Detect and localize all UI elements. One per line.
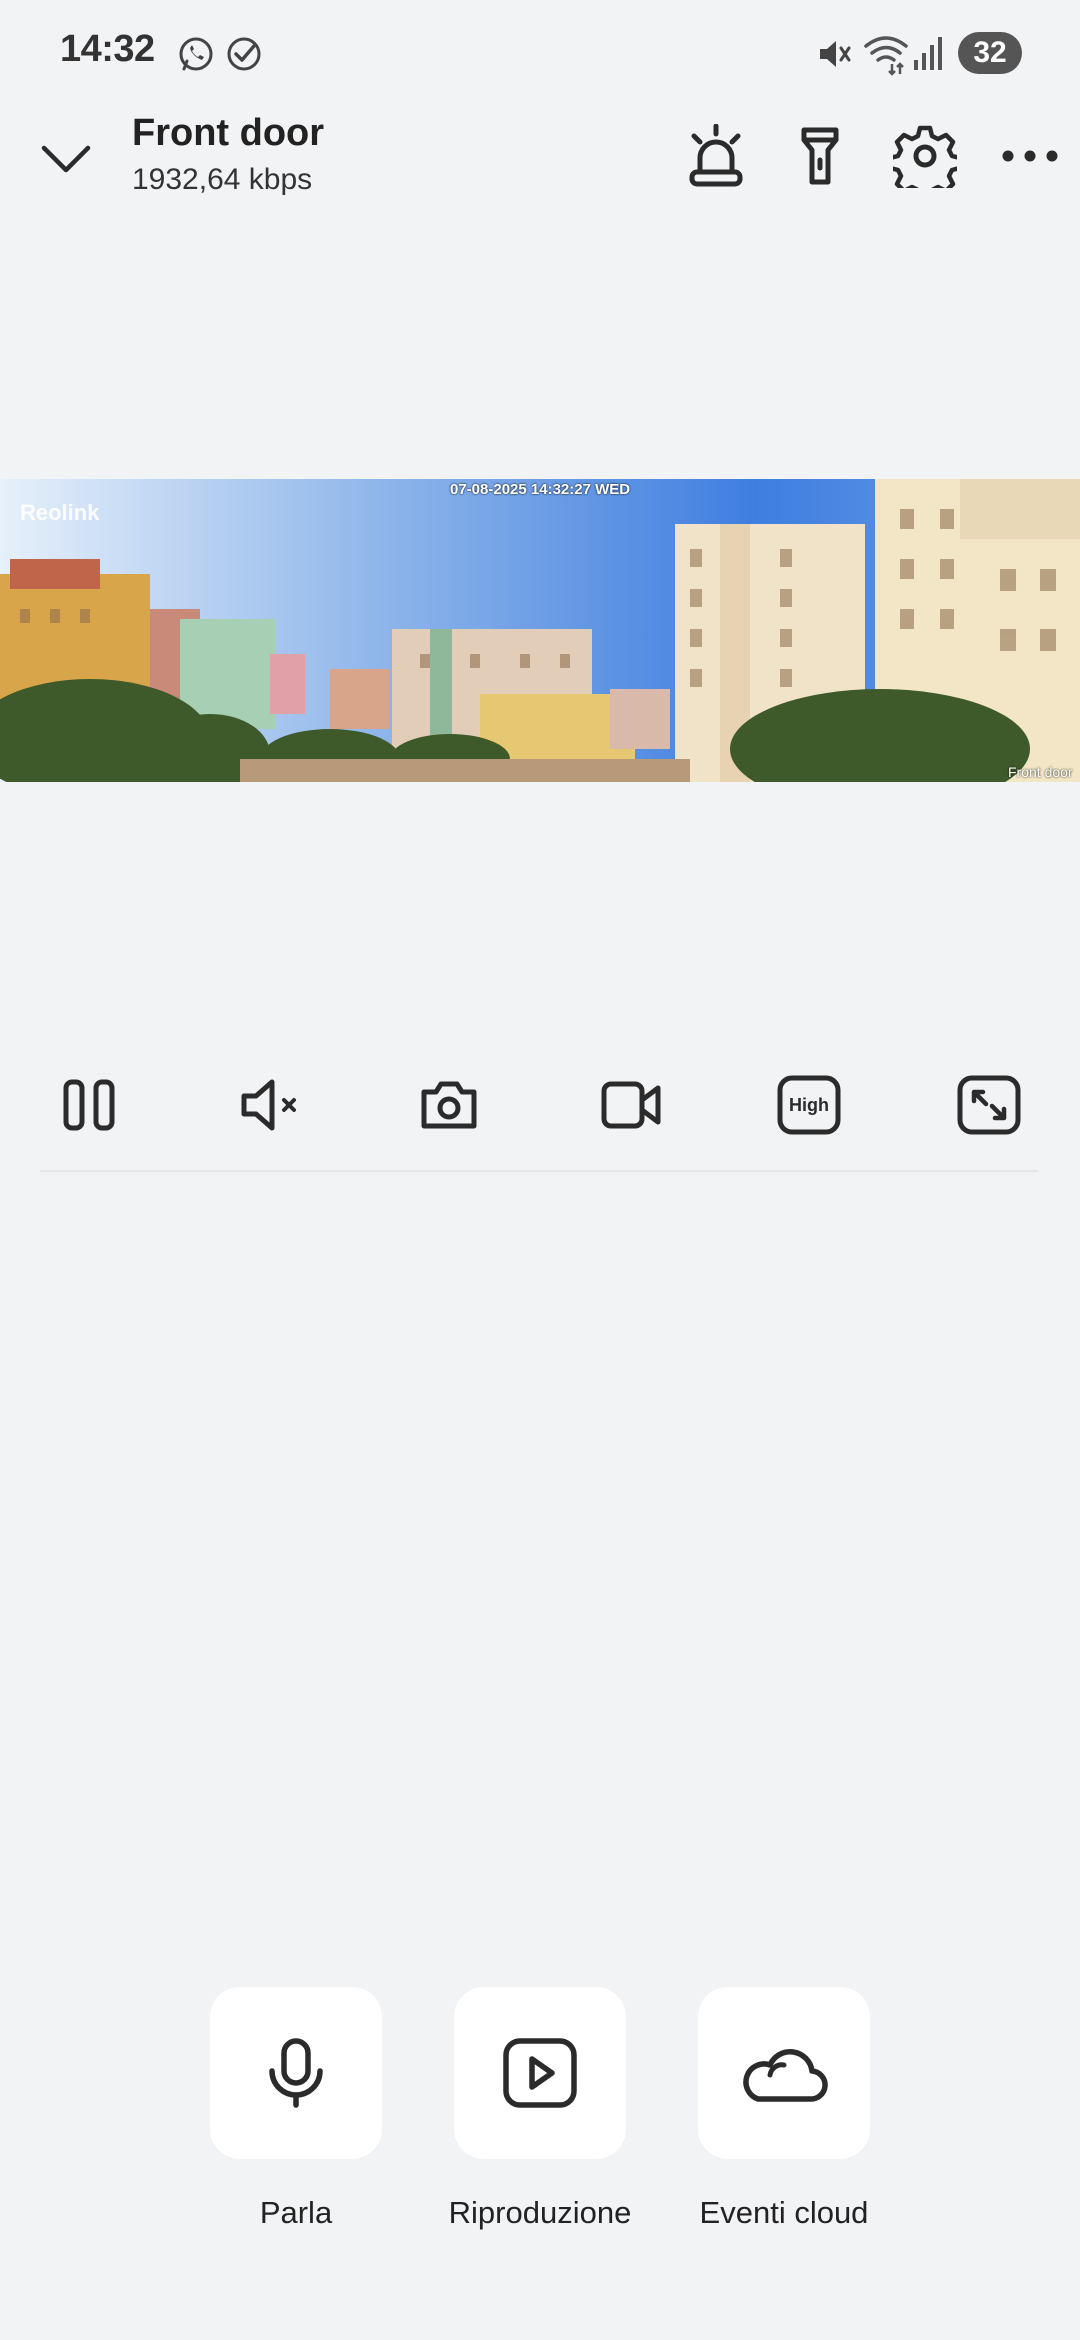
video-camera-label: Front door (1008, 764, 1073, 780)
fullscreen-icon[interactable] (956, 1072, 1022, 1138)
cloud-icon (743, 2049, 828, 2102)
more-icon[interactable] (998, 124, 1062, 188)
live-video-feed[interactable] (0, 479, 1080, 782)
pause-icon[interactable] (56, 1072, 122, 1138)
signal-icon (914, 37, 942, 70)
chevron-down-icon[interactable] (36, 130, 96, 190)
video-logo-watermark: Reolink (20, 500, 100, 525)
battery-indicator: 32 (958, 32, 1022, 74)
camera-title: Front door (132, 112, 325, 154)
quality-label: High (789, 1094, 829, 1115)
talk-button[interactable] (210, 1987, 382, 2159)
playback-label: Riproduzione (448, 2195, 632, 2230)
quality-high-button[interactable]: High (776, 1072, 842, 1138)
cloud-events-button[interactable] (698, 1987, 870, 2159)
status-time: 14:32 (60, 28, 155, 70)
video-record-icon[interactable] (598, 1072, 664, 1138)
bitrate-readout: 1932,64 kbps (132, 163, 313, 196)
whatsapp-icon (179, 37, 213, 71)
speaker-muted-icon[interactable] (238, 1072, 304, 1138)
playback-button[interactable] (454, 1987, 626, 2159)
flashlight-icon[interactable] (788, 124, 852, 188)
wifi-icon (864, 36, 908, 76)
cloud-events-label: Eventi cloud (699, 2195, 869, 2230)
microphone-icon (269, 2038, 323, 2108)
gear-icon[interactable] (893, 124, 957, 188)
check-circle-icon (227, 37, 261, 71)
camera-snapshot-icon[interactable] (416, 1072, 482, 1138)
toolbar-divider (40, 1170, 1038, 1172)
siren-icon[interactable] (684, 124, 748, 188)
mute-icon (820, 41, 851, 67)
video-timestamp-overlay: 07-08-2025 14:32:27 WED (450, 481, 631, 498)
play-icon (503, 2038, 577, 2108)
talk-label: Parla (259, 2195, 333, 2230)
